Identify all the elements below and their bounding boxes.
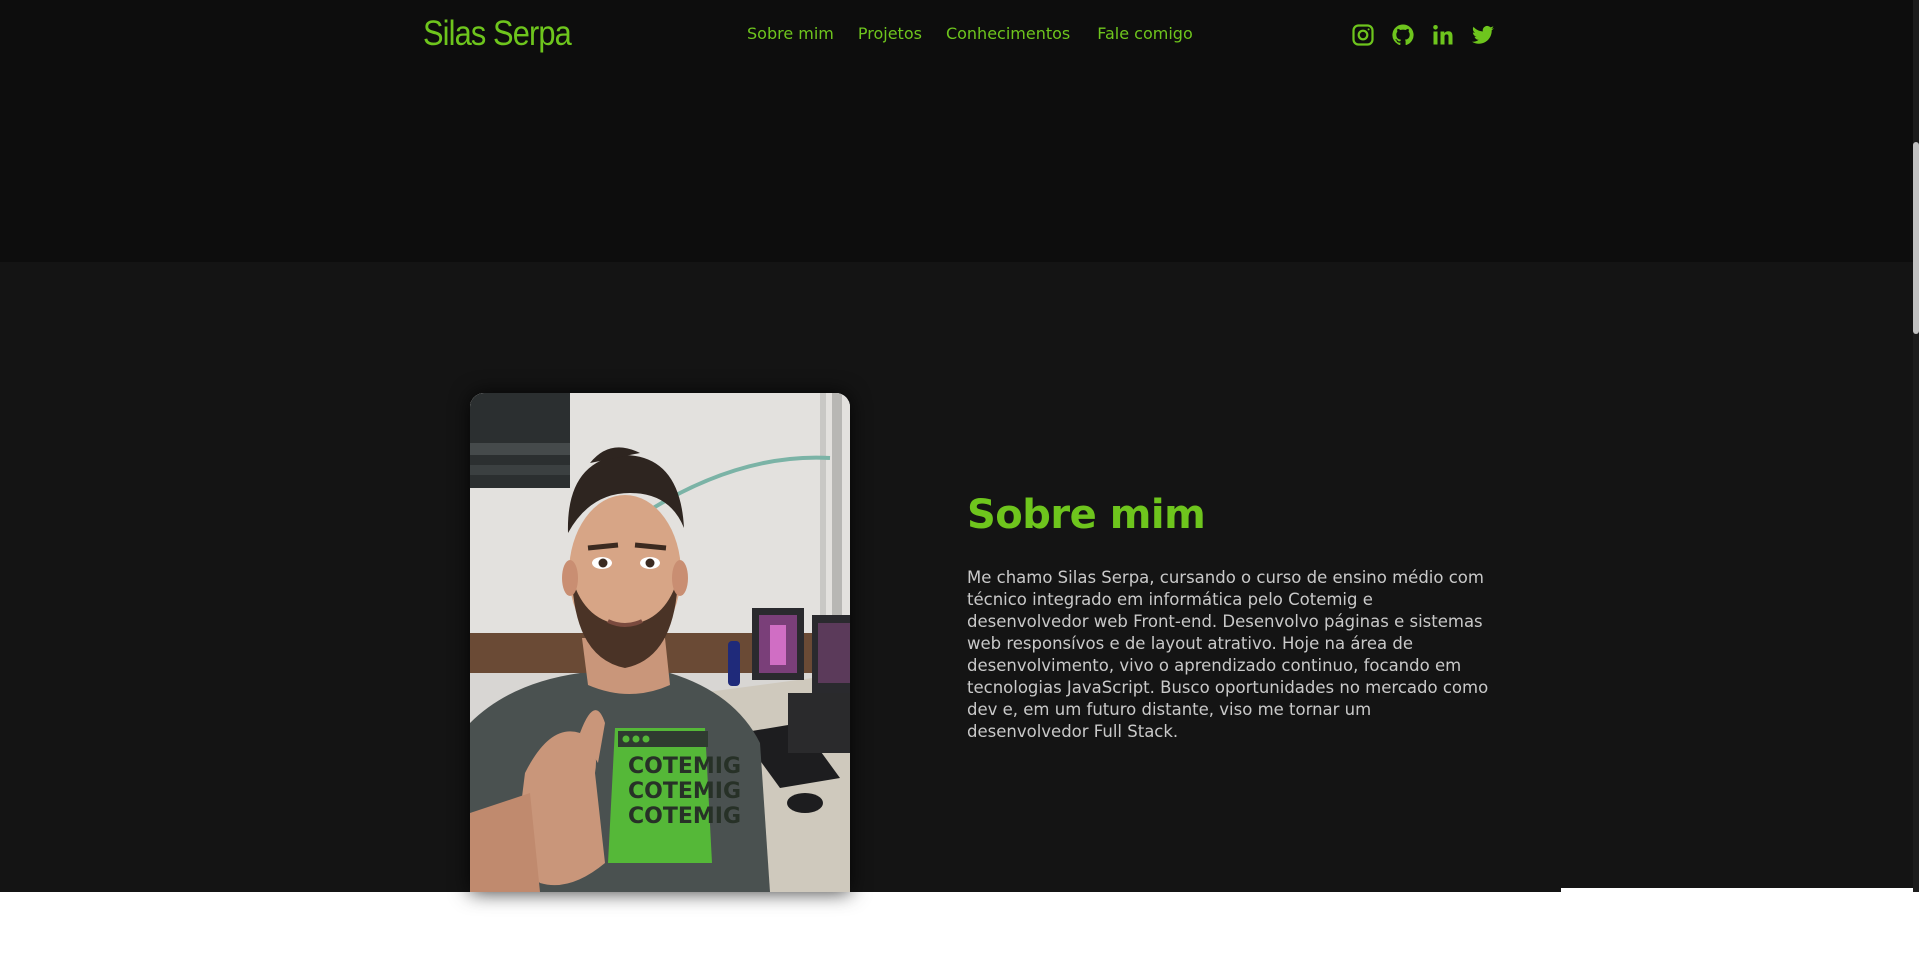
social-links	[1350, 22, 1510, 48]
page-bottom-area	[0, 892, 1913, 963]
twitter-icon[interactable]	[1470, 22, 1496, 48]
main-nav: Sobre mim Projetos Conhecimentos Fale co…	[747, 24, 1193, 43]
brand-logo[interactable]: Silas Serpa	[423, 14, 572, 54]
nav-link-fale-comigo[interactable]: Fale comigo	[1097, 24, 1192, 43]
svg-text:COTEMIG: COTEMIG	[628, 754, 741, 779]
about-title: Sobre mim	[967, 492, 1206, 538]
about-description: Me chamo Silas Serpa, cursando o curso d…	[967, 568, 1489, 741]
page-scrollbar[interactable]	[1913, 0, 1919, 892]
nav-link-conhecimentos[interactable]: Conhecimentos	[946, 24, 1070, 43]
svg-text:COTEMIG: COTEMIG	[628, 804, 741, 829]
svg-text:COTEMIG: COTEMIG	[628, 779, 741, 804]
scrollbar-thumb[interactable]	[1913, 142, 1919, 334]
github-icon[interactable]	[1390, 22, 1416, 48]
about-section	[0, 262, 1913, 892]
instagram-icon[interactable]	[1350, 22, 1376, 48]
profile-photo: COTEMIG COTEMIG COTEMIG	[470, 393, 850, 892]
nav-link-sobre-mim[interactable]: Sobre mim	[747, 24, 834, 43]
nav-link-projetos[interactable]: Projetos	[858, 24, 922, 43]
linkedin-icon[interactable]	[1430, 22, 1456, 48]
page-bottom-edge	[1561, 888, 1919, 893]
